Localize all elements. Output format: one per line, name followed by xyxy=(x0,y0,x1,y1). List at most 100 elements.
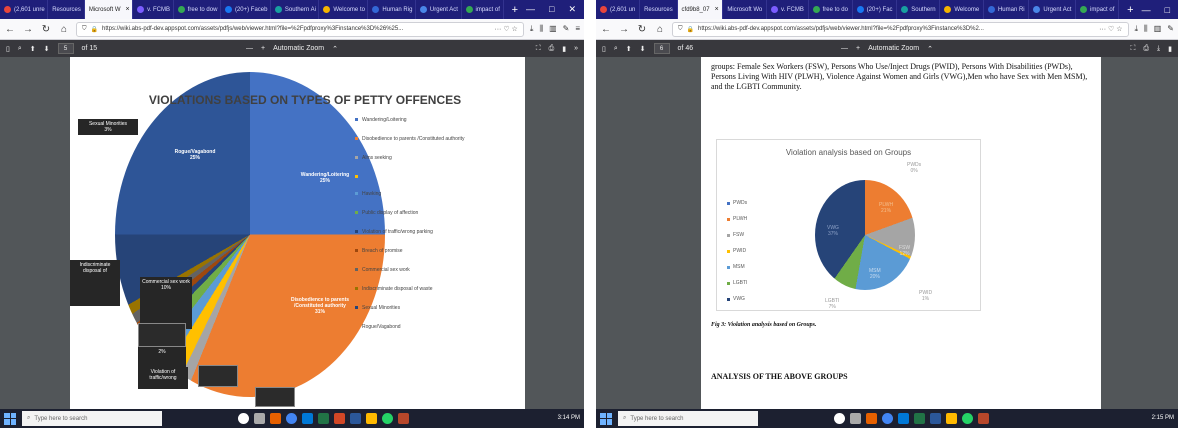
chrome-icon[interactable] xyxy=(286,413,297,424)
presentation-icon[interactable]: ⛶ xyxy=(1131,45,1136,53)
browser-tab[interactable]: Resources xyxy=(48,0,85,19)
bookmark-icon[interactable]: ▮ xyxy=(562,45,566,53)
chevron-down-icon[interactable]: ⌃ xyxy=(332,45,338,53)
firefox-icon[interactable] xyxy=(270,413,281,424)
minimize-icon[interactable]: — xyxy=(1142,5,1151,15)
browser-tab[interactable]: Urgent Act xyxy=(416,0,462,19)
browser-tab[interactable]: v. FCMB xyxy=(767,0,809,19)
presentation-icon[interactable]: ⛶ xyxy=(536,45,541,53)
library-icon[interactable]: ⫼ xyxy=(1144,24,1148,34)
url-bar[interactable]: ⛉ 🔒 https://wiki.abs-pdf-dev.appspot.com/a… xyxy=(76,21,524,37)
folder-icon[interactable] xyxy=(946,413,957,424)
reload-icon[interactable]: ↻ xyxy=(40,24,52,35)
prev-page-icon[interactable]: ⬆ xyxy=(626,45,632,53)
chevron-down-icon[interactable]: ⌃ xyxy=(927,45,933,53)
home-icon[interactable]: ⌂ xyxy=(654,24,666,35)
find-icon[interactable]: ⌕ xyxy=(18,45,22,53)
browser-tab[interactable]: Welcome to xyxy=(319,0,369,19)
close-icon[interactable]: ✕ xyxy=(568,4,576,15)
browser-tab[interactable]: impact of xyxy=(462,0,504,19)
whatsapp-icon[interactable] xyxy=(962,413,973,424)
forward-icon[interactable]: → xyxy=(22,24,34,35)
close-tab-icon[interactable]: × xyxy=(125,6,129,13)
excel-icon[interactable] xyxy=(318,413,329,424)
windows-start-icon[interactable] xyxy=(4,412,16,425)
browser-tab[interactable]: (2,601 unre xyxy=(0,0,49,19)
zoom-out-icon[interactable]: — xyxy=(246,45,253,52)
home-icon[interactable]: ⌂ xyxy=(58,24,70,35)
prev-page-icon[interactable]: ⬆ xyxy=(30,45,36,53)
minimize-icon[interactable]: — xyxy=(526,4,535,15)
folder-icon[interactable] xyxy=(366,413,377,424)
chrome-icon[interactable] xyxy=(882,413,893,424)
next-page-icon[interactable]: ⬇ xyxy=(640,45,646,53)
browser-tab[interactable]: Human Rig xyxy=(368,0,416,19)
browser-tab[interactable]: Urgent Act xyxy=(1029,0,1077,19)
save-icon[interactable]: ⤓ xyxy=(1157,45,1160,53)
zoom-in-icon[interactable]: + xyxy=(261,45,265,52)
maximize-icon[interactable]: □ xyxy=(549,4,554,15)
acrobat-icon[interactable] xyxy=(978,413,989,424)
close-tab-icon[interactable]: × xyxy=(715,6,719,13)
sidebar-icon[interactable]: ▥ xyxy=(1154,24,1162,34)
download-icon[interactable]: ⤓ xyxy=(1135,24,1139,34)
taskbar-search[interactable]: ⌕ Type here to search xyxy=(22,411,162,426)
browser-tab[interactable]: Human Ri xyxy=(984,0,1030,19)
zoom-in-icon[interactable]: + xyxy=(856,45,860,52)
extension-icon[interactable]: ✎ xyxy=(563,24,570,34)
browser-tab[interactable]: Microsoft Wo xyxy=(723,0,767,19)
browser-tab[interactable]: Welcome xyxy=(940,0,984,19)
more-tools-icon[interactable]: » xyxy=(574,45,578,53)
browser-tab[interactable]: impact of xyxy=(1076,0,1120,19)
windows-start-icon[interactable] xyxy=(600,412,612,425)
more-icon[interactable]: ··· ♡ ☆ xyxy=(494,25,517,33)
powerpoint-icon[interactable] xyxy=(334,413,345,424)
task-view-icon[interactable] xyxy=(254,413,265,424)
cortana-icon[interactable] xyxy=(238,413,249,424)
page-number-input[interactable]: 5 xyxy=(57,43,74,54)
reload-icon[interactable]: ↻ xyxy=(636,24,648,35)
browser-tab-active[interactable]: Microsoft W × xyxy=(84,0,134,19)
cortana-icon[interactable] xyxy=(834,413,845,424)
browser-tab[interactable]: free to do xyxy=(809,0,853,19)
new-tab-button[interactable]: + xyxy=(504,4,526,16)
find-icon[interactable]: ⌕ xyxy=(614,45,618,53)
excel-icon[interactable] xyxy=(914,413,925,424)
print-icon[interactable]: ⎙ xyxy=(549,45,555,53)
print-icon[interactable]: ⎙ xyxy=(1143,45,1149,53)
browser-tab[interactable]: Resources xyxy=(640,0,678,19)
sidebar-toggle-icon[interactable]: ▯ xyxy=(6,45,10,53)
more-icon[interactable]: ··· ♡ ☆ xyxy=(1099,25,1122,33)
browser-tab[interactable]: Southern Ai xyxy=(271,0,320,19)
zoom-select[interactable]: Automatic Zoom xyxy=(273,45,324,52)
browser-tab-active[interactable]: cfd9b8_07 × xyxy=(677,0,724,19)
zoom-select[interactable]: Automatic Zoom xyxy=(868,45,919,52)
browser-tab[interactable]: Southern xyxy=(897,0,941,19)
acrobat-icon[interactable] xyxy=(398,413,409,424)
maximize-icon[interactable]: □ xyxy=(1165,5,1170,15)
next-page-icon[interactable]: ⬇ xyxy=(44,45,50,53)
back-icon[interactable]: ← xyxy=(4,24,16,35)
browser-tab[interactable]: free to dow xyxy=(174,0,221,19)
forward-icon[interactable]: → xyxy=(618,24,630,35)
edge-icon[interactable] xyxy=(898,413,909,424)
edge-icon[interactable] xyxy=(302,413,313,424)
browser-tab[interactable]: v. FCMB xyxy=(133,0,174,19)
whatsapp-icon[interactable] xyxy=(382,413,393,424)
page-number-input[interactable]: 6 xyxy=(653,43,670,54)
menu-icon[interactable]: ≡ xyxy=(575,24,580,34)
back-icon[interactable]: ← xyxy=(600,24,612,35)
browser-tab[interactable]: (20+) Fac xyxy=(853,0,898,19)
browser-tab[interactable]: (20+) Faceb xyxy=(221,0,271,19)
url-bar[interactable]: ⛉ 🔒 https://wiki.abs-pdf-dev.appspot.com/a… xyxy=(672,21,1129,37)
task-view-icon[interactable] xyxy=(850,413,861,424)
bookmark-icon[interactable]: ▮ xyxy=(1168,45,1172,53)
extension-icon[interactable]: ✎ xyxy=(1167,24,1174,34)
browser-tab[interactable]: (2,601 un xyxy=(596,0,641,19)
word-icon[interactable] xyxy=(350,413,361,424)
taskbar-search[interactable]: ⌕ Type here to search xyxy=(618,411,758,426)
download-icon[interactable]: ⤓ xyxy=(530,24,534,34)
new-tab-button[interactable]: + xyxy=(1119,4,1141,16)
sidebar-toggle-icon[interactable]: ▯ xyxy=(602,45,606,53)
sidebar-icon[interactable]: ▥ xyxy=(549,24,557,34)
